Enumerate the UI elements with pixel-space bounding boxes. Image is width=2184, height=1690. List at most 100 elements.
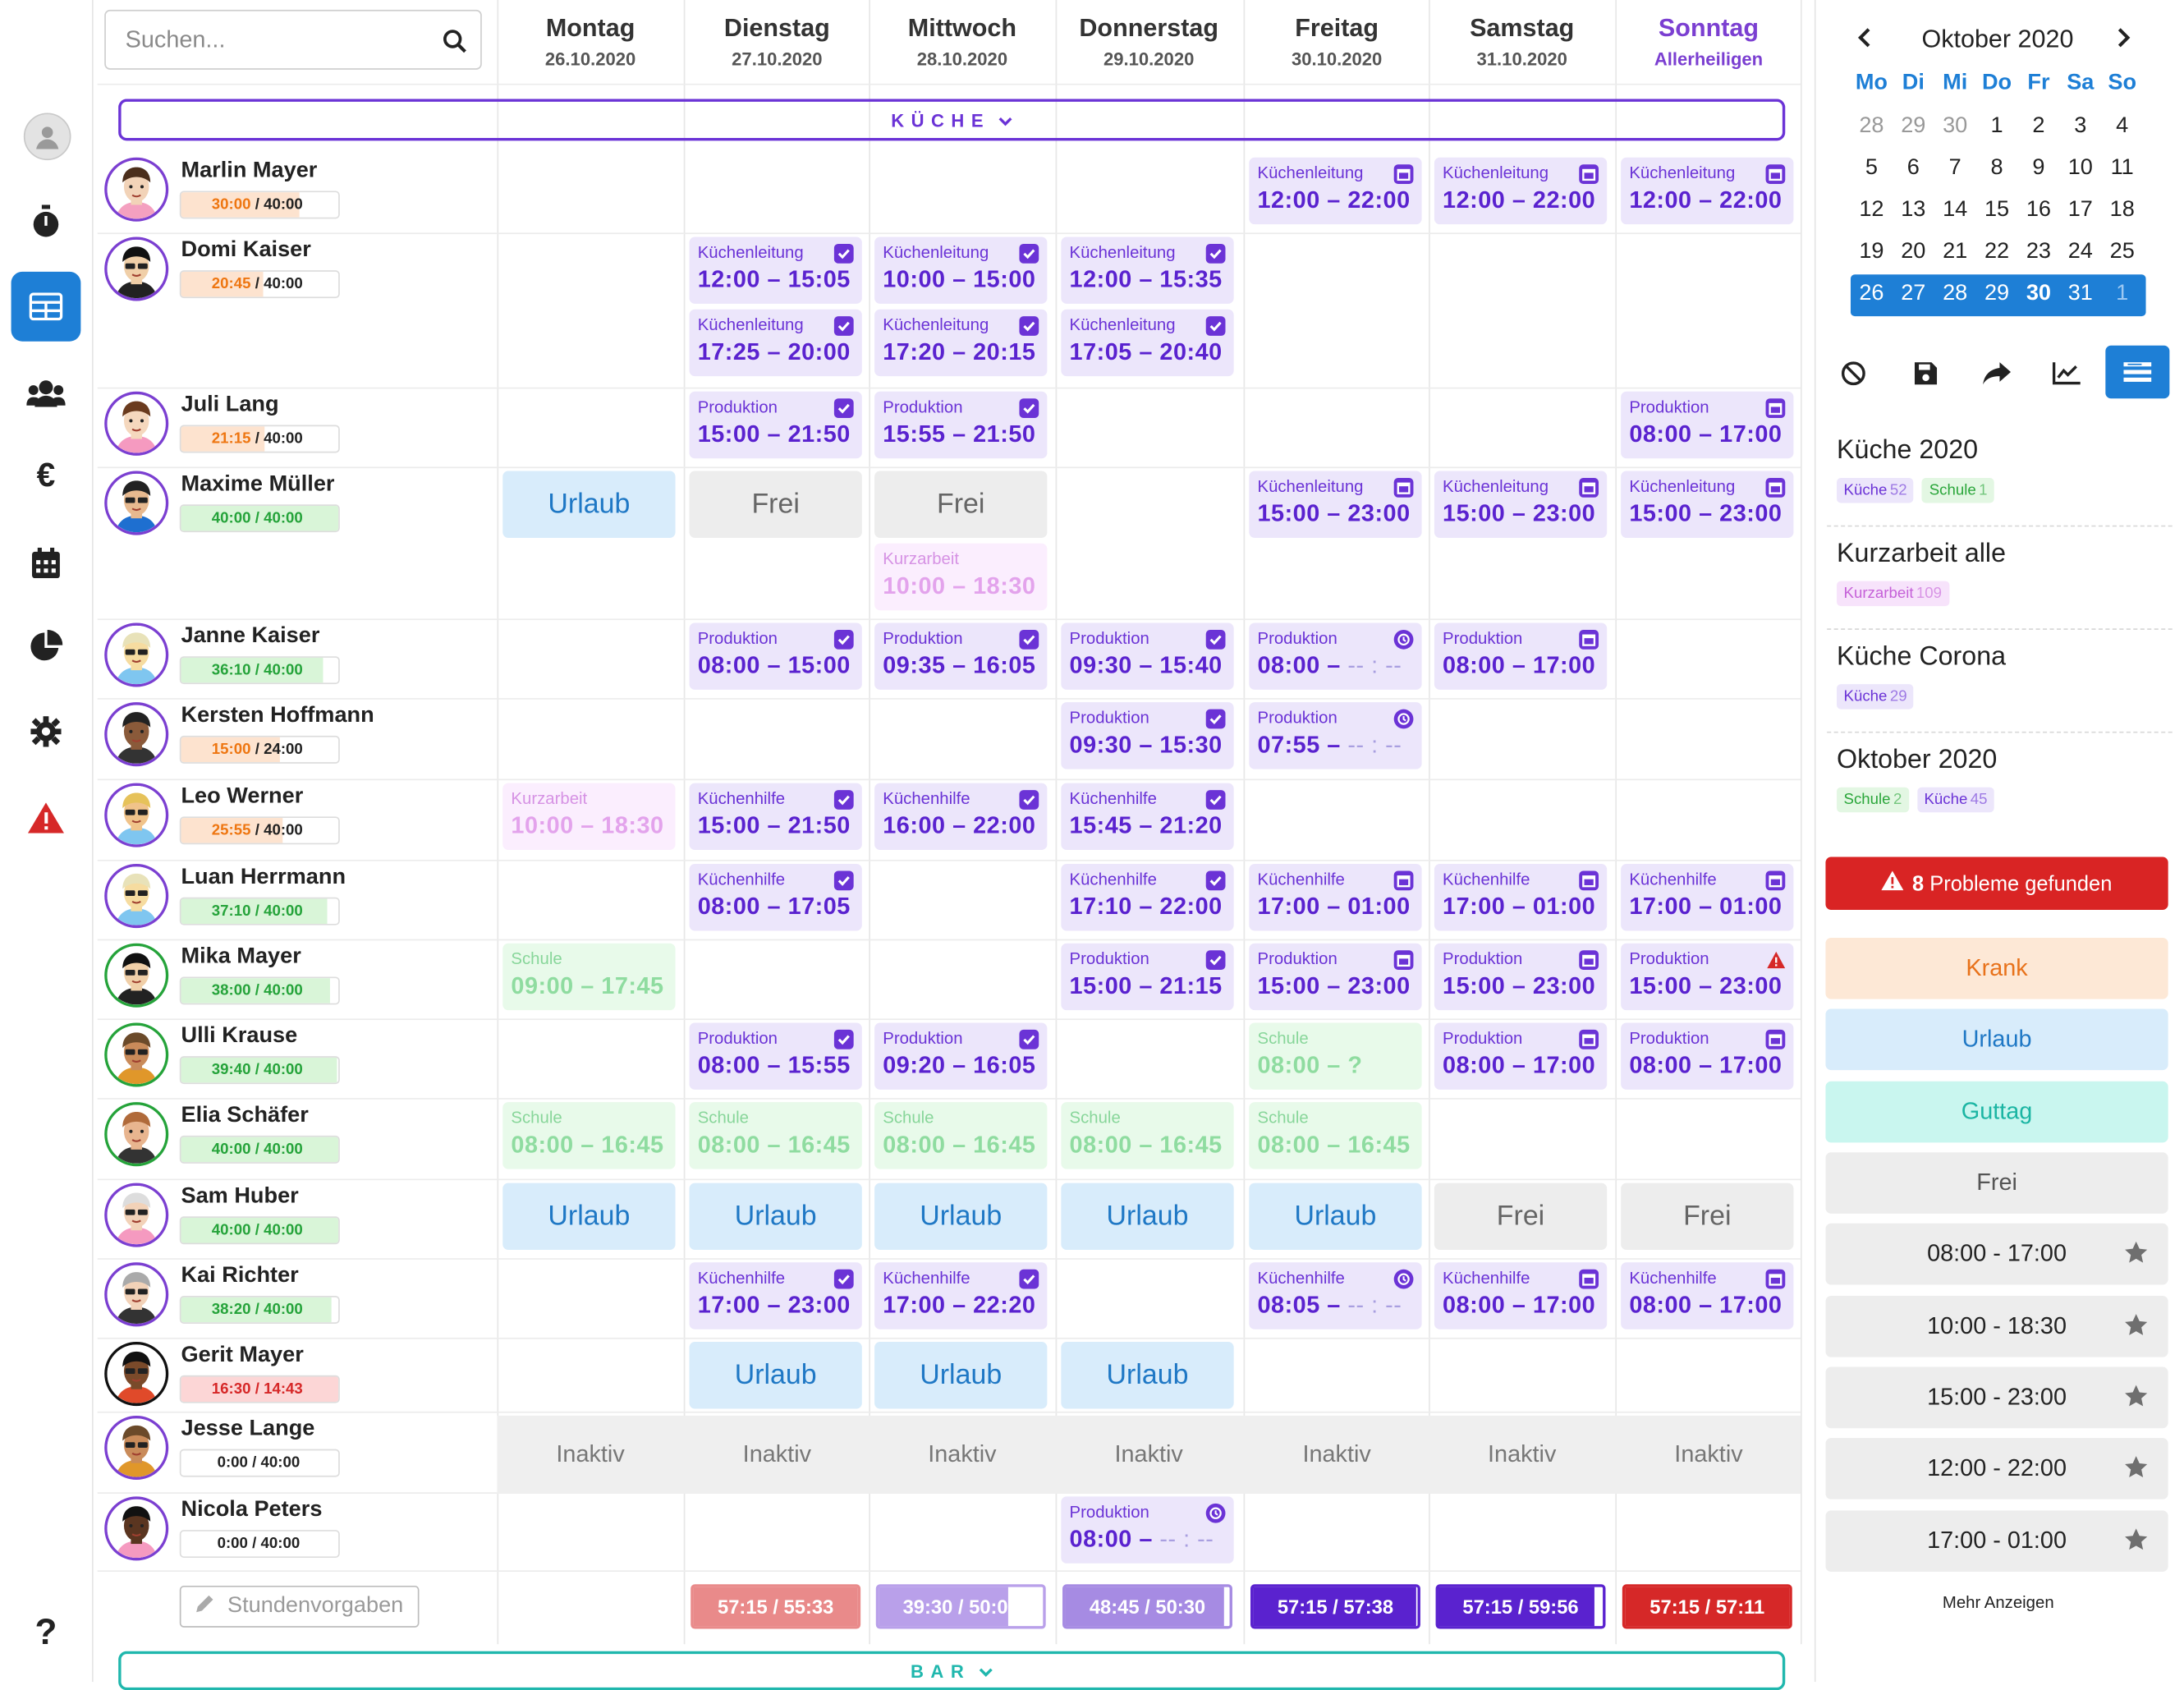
calendar-icon[interactable]: [1765, 478, 1786, 498]
shift-card[interactable]: Küchenhilfe 17:00 – 01:00: [1621, 864, 1794, 931]
employee-row-header[interactable]: Marlin Mayer 30:00 / 40:00: [104, 157, 487, 227]
employee-avatar[interactable]: [104, 157, 169, 222]
employee-avatar[interactable]: [104, 622, 169, 687]
warning-icon[interactable]: [1766, 950, 1786, 970]
check-icon[interactable]: [1019, 1029, 1039, 1049]
shift-card[interactable]: Produktion 15:00 – 23:00: [1249, 943, 1422, 1011]
employee-row-header[interactable]: Elia Schäfer 40:00 / 40:00: [104, 1102, 487, 1172]
calendar-icon[interactable]: [1579, 1029, 1599, 1049]
shift-card[interactable]: Schule 09:00 – 17:45: [502, 943, 676, 1011]
shift-card[interactable]: Produktion 08:00 – 17:00: [1621, 391, 1794, 459]
urlaub-block[interactable]: Urlaub: [874, 1183, 1048, 1251]
shift-card[interactable]: Küchenhilfe 15:00 – 21:50: [689, 783, 862, 851]
chevron-right-icon[interactable]: [2117, 25, 2131, 55]
shift-card[interactable]: Produktion 15:55 – 21:50: [874, 391, 1048, 459]
calendar-day[interactable]: 2: [2018, 108, 2060, 145]
users-icon[interactable]: [11, 358, 81, 428]
check-icon[interactable]: [833, 243, 854, 264]
employee-row-header[interactable]: Kai Richter 38:20 / 40:00: [104, 1262, 487, 1332]
employee-avatar[interactable]: [104, 1102, 169, 1167]
quick-assign-button[interactable]: 10:00 - 18:30: [1825, 1296, 2168, 1357]
calendar-day[interactable]: 8: [1976, 150, 2018, 186]
quick-assign-button[interactable]: Frei: [1825, 1152, 2168, 1214]
check-icon[interactable]: [833, 629, 854, 650]
calendar-day[interactable]: 1: [1976, 108, 2018, 145]
check-icon[interactable]: [1019, 243, 1039, 264]
calendar-day[interactable]: 10: [2059, 150, 2101, 186]
calendar-day[interactable]: 23: [2018, 234, 2060, 270]
employee-row-header[interactable]: Ulli Krause 39:40 / 40:00: [104, 1022, 487, 1092]
user-avatar-icon[interactable]: [23, 113, 71, 161]
employee-row-header[interactable]: Luan Herrmann 37:10 / 40:00: [104, 864, 487, 934]
employee-avatar[interactable]: [104, 1415, 169, 1481]
calendar-day[interactable]: 5: [1851, 150, 1893, 186]
calendar-day[interactable]: 9: [2018, 150, 2060, 186]
calendar-day[interactable]: 25: [2101, 234, 2143, 270]
urlaub-block[interactable]: Urlaub: [689, 1183, 862, 1251]
shift-card[interactable]: Produktion 09:30 – 15:30: [1061, 702, 1234, 769]
shift-card[interactable]: Schule 08:00 – 16:45: [1249, 1102, 1422, 1169]
star-icon[interactable]: [2123, 1240, 2149, 1272]
section-toggle-kueche[interactable]: KÜCHE: [118, 99, 1786, 141]
employee-avatar[interactable]: [104, 391, 169, 456]
calendar-day[interactable]: 30: [2018, 276, 2060, 312]
search-input[interactable]: [122, 24, 435, 56]
calendar-day[interactable]: 27: [1893, 276, 1934, 312]
calendar-day[interactable]: 15: [1976, 192, 2018, 228]
calendar-icon[interactable]: [1765, 164, 1786, 184]
employee-avatar[interactable]: [104, 471, 169, 535]
urlaub-block[interactable]: Urlaub: [502, 471, 676, 538]
day-header[interactable]: Mittwoch 28.10.2020: [869, 0, 1055, 84]
employee-row-header[interactable]: Jesse Lange 0:00 / 40:00: [104, 1415, 487, 1486]
clock-icon[interactable]: [1205, 1503, 1226, 1523]
shift-card[interactable]: Kurzarbeit 10:00 – 18:30: [874, 543, 1048, 611]
shift-card[interactable]: Produktion 08:00 – -- : --: [1061, 1496, 1234, 1564]
shift-card[interactable]: Küchenhilfe 17:00 – 22:20: [874, 1262, 1048, 1329]
help-icon[interactable]: ?: [11, 1597, 81, 1667]
settings-gear-icon[interactable]: [11, 696, 81, 766]
calendar-icon[interactable]: [1765, 1029, 1786, 1049]
check-icon[interactable]: [1205, 950, 1226, 970]
calendar-day[interactable]: 29: [1893, 108, 1934, 145]
shift-card[interactable]: Küchenhilfe 15:45 – 21:20: [1061, 783, 1234, 851]
shift-card[interactable]: Küchenleitung 12:00 – 15:35: [1061, 237, 1234, 304]
calendar-day[interactable]: 22: [1976, 234, 2018, 270]
shift-card[interactable]: Küchenhilfe 08:00 – 17:00: [1621, 1262, 1794, 1329]
saved-plan[interactable]: Kurzarbeit alle Kurzarbeit 109: [1837, 540, 2168, 607]
shift-card[interactable]: Produktion 09:35 – 16:05: [874, 622, 1048, 690]
save-icon[interactable]: [1895, 348, 1957, 398]
shift-card[interactable]: Küchenhilfe 08:00 – 17:00: [1434, 1262, 1608, 1329]
shift-card[interactable]: Produktion 08:00 – 17:00: [1434, 622, 1608, 690]
calendar-day[interactable]: 30: [1934, 108, 1976, 145]
shift-card[interactable]: Kurzarbeit 10:00 – 18:30: [502, 783, 676, 851]
employee-row-header[interactable]: Juli Lang 21:15 / 40:00: [104, 391, 487, 462]
shift-card[interactable]: Produktion 08:00 – -- : --: [1249, 622, 1422, 690]
shift-card[interactable]: Küchenhilfe 17:00 – 01:00: [1434, 864, 1608, 931]
urlaub-block[interactable]: Urlaub: [689, 1342, 862, 1409]
frei-block[interactable]: Frei: [689, 471, 862, 538]
employee-row-header[interactable]: Mika Mayer 38:00 / 40:00: [104, 943, 487, 1013]
inactive-cell[interactable]: Inaktiv: [869, 1416, 1055, 1494]
shift-card[interactable]: Schule 08:00 – 16:45: [1061, 1102, 1234, 1169]
calendar-icon[interactable]: [1393, 164, 1414, 184]
employee-row-header[interactable]: Leo Werner 25:55 / 40:00: [104, 783, 487, 853]
calendar-day[interactable]: 26: [1851, 276, 1893, 312]
stopwatch-icon[interactable]: [11, 186, 81, 256]
quick-assign-button[interactable]: 08:00 - 17:00: [1825, 1223, 2168, 1285]
euro-icon[interactable]: €: [11, 442, 81, 512]
chart-icon[interactable]: [2036, 348, 2098, 398]
shift-card[interactable]: Produktion 15:00 – 21:50: [689, 391, 862, 459]
check-icon[interactable]: [833, 1029, 854, 1049]
shift-card[interactable]: Küchenhilfe 16:00 – 22:00: [874, 783, 1048, 851]
shift-card[interactable]: Schule 08:00 – 16:45: [874, 1102, 1048, 1169]
calendar-day[interactable]: 11: [2101, 150, 2143, 186]
day-header[interactable]: Montag 26.10.2020: [497, 0, 683, 84]
clock-icon[interactable]: [1393, 1269, 1414, 1289]
calendar-day[interactable]: 1: [2101, 276, 2143, 312]
shift-card[interactable]: Produktion 07:55 – -- : --: [1249, 702, 1422, 769]
shift-card[interactable]: Schule 08:00 – 16:45: [502, 1102, 676, 1169]
shift-card[interactable]: Küchenleitung 17:25 – 20:00: [689, 309, 862, 377]
calendar-day[interactable]: 3: [2059, 108, 2101, 145]
inactive-cell[interactable]: Inaktiv: [1244, 1416, 1430, 1494]
calendar-day[interactable]: 20: [1893, 234, 1934, 270]
